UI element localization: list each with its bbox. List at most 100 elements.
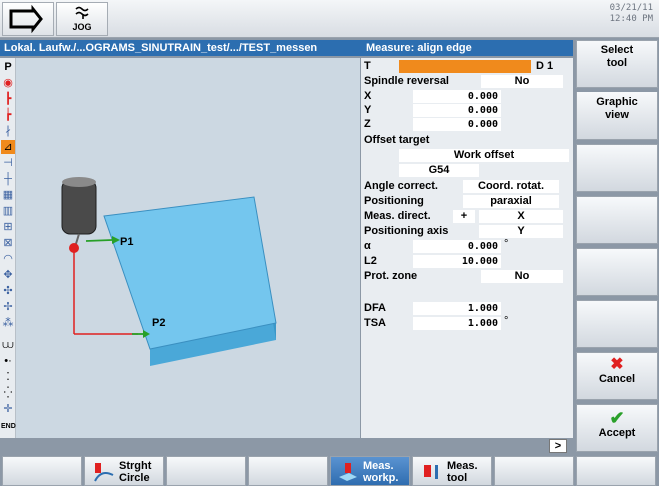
meas-tool-icon: [424, 465, 438, 479]
point-icon[interactable]: •·: [1, 354, 15, 368]
empty-hsoftkey-7[interactable]: [494, 456, 574, 486]
select-tool-softkey[interactable]: Select tool: [576, 40, 658, 88]
block-top-face: [103, 196, 277, 350]
graphic-view-label: Graphic view: [596, 96, 638, 121]
offset-target-label: Offset target: [364, 134, 430, 146]
cancel-icon: ✖: [610, 356, 624, 373]
cancel-label: Cancel: [598, 373, 636, 385]
align-edge-icon[interactable]: ⊿: [1, 140, 15, 154]
select-tool-label: Select tool: [600, 44, 634, 69]
empty-softkey-5[interactable]: [576, 248, 658, 296]
tsa-label: TSA: [364, 317, 386, 329]
p2-label: P2: [152, 317, 165, 329]
angle-icon[interactable]: ∤: [1, 124, 15, 138]
rect-pocket-icon[interactable]: ▦: [1, 188, 15, 202]
offset-target-field[interactable]: Work offset: [399, 149, 569, 162]
angle-correct-field[interactable]: Coord. rotat.: [463, 180, 559, 193]
positioning-axis-field[interactable]: Y: [479, 225, 563, 238]
horizontal-softkeys: Strght Circle Meas. workp. Meas. tool: [0, 455, 659, 486]
prot-zone-field[interactable]: No: [481, 270, 563, 283]
rect-spigot-icon[interactable]: ▥: [1, 204, 15, 218]
datetime: 03/21/11 12:40 PM: [610, 3, 653, 25]
web-icon[interactable]: ┼: [1, 172, 15, 186]
empty-hsoftkey-4[interactable]: [248, 456, 328, 486]
empty-softkey-4[interactable]: [576, 196, 658, 244]
corner-icon[interactable]: ┢: [1, 108, 15, 122]
jog-label: JOG: [72, 22, 92, 32]
three-sphere-icon[interactable]: ✢: [1, 300, 15, 314]
cross-point-icon[interactable]: ✛: [1, 402, 15, 416]
jog-mode-button[interactable]: JOG: [56, 2, 108, 36]
tool-icon[interactable]: ⩊: [1, 338, 15, 352]
meas-workpiece-softkey[interactable]: Meas. workp.: [330, 456, 410, 486]
l2-label: L2: [364, 255, 377, 267]
meas-direct-field[interactable]: X: [479, 210, 563, 223]
program-path: Lokal. Laufw./...OGRAMS_SINUTRAIN_test/.…: [4, 42, 318, 54]
time: 12:40 PM: [609, 14, 653, 24]
meas-workpiece-icon: [339, 463, 357, 481]
meas-tool-softkey[interactable]: Meas. tool: [412, 456, 492, 486]
empty-softkey-6[interactable]: [576, 300, 658, 348]
hole-icon[interactable]: ⊞: [1, 220, 15, 234]
circle-icon[interactable]: ◠: [1, 252, 15, 266]
cancel-softkey[interactable]: ✖ Cancel: [576, 352, 658, 400]
plane-icon[interactable]: ✥: [1, 268, 15, 282]
d-label: D 1: [536, 60, 554, 72]
x-field[interactable]: 0.000: [413, 90, 501, 103]
sphere-icon[interactable]: ✣: [1, 284, 15, 298]
empty-hsoftkey-8[interactable]: [576, 456, 656, 486]
tsa-unit: °: [504, 315, 509, 327]
accept-softkey[interactable]: ✔ Accept: [576, 404, 658, 452]
z-label: Z: [364, 118, 371, 130]
graphic-view-softkey[interactable]: Graphic view: [576, 92, 658, 140]
empty-hsoftkey-3[interactable]: [166, 456, 246, 486]
spigot-icon[interactable]: ⊠: [1, 236, 15, 250]
scroll-right-button[interactable]: >: [549, 439, 567, 453]
prot-zone-label: Prot. zone: [364, 270, 418, 282]
probe-top: [62, 177, 96, 187]
parameter-panel: T D 1 Spindle reversal No X 0.000 Y 0.00…: [361, 58, 573, 438]
positioning-field[interactable]: paraxial: [463, 195, 559, 208]
z-field[interactable]: 0.000: [413, 118, 501, 131]
alpha-field[interactable]: 0.000: [413, 240, 501, 253]
groove-icon[interactable]: ⊣: [1, 156, 15, 170]
straight-circle-softkey[interactable]: Strght Circle: [84, 456, 164, 486]
y-field[interactable]: 0.000: [413, 104, 501, 117]
empty-hsoftkey-1[interactable]: [2, 456, 82, 486]
meas-workpiece-label: Meas. workp.: [363, 460, 399, 484]
status-bar: >: [0, 438, 573, 454]
two-point-icon[interactable]: ⁚: [1, 370, 15, 384]
end-icon[interactable]: END: [1, 420, 16, 434]
straight-circle-icon: [94, 463, 114, 482]
dfa-field[interactable]: 1.000: [413, 302, 501, 315]
t-label: T: [364, 60, 371, 72]
measure-title: Measure: align edge: [366, 42, 472, 54]
meas-direct-sign-field[interactable]: +: [453, 210, 475, 223]
meas-tool-label: Meas. tool: [447, 460, 478, 484]
straight-circle-label: Strght Circle: [119, 460, 152, 484]
work-offset-field[interactable]: G54: [399, 164, 479, 177]
menu-select-button[interactable]: [2, 2, 54, 36]
top-bar: JOG 03/21/11 12:40 PM: [0, 0, 659, 38]
p1-label: P1: [120, 236, 133, 248]
calibrate-icon[interactable]: ⁂: [1, 316, 15, 330]
accept-icon: ✔: [609, 408, 625, 428]
y-label: Y: [364, 104, 372, 116]
spindle-reversal-field[interactable]: No: [481, 75, 563, 88]
edge-icon[interactable]: ┣: [1, 92, 15, 106]
vertical-softkeys: Select tool Graphic view ✖ Cancel ✔ Acce…: [574, 40, 659, 454]
positioning-label: Positioning: [364, 195, 424, 207]
spindle-reversal-label: Spindle reversal: [364, 75, 449, 87]
target-icon[interactable]: ◉: [1, 76, 15, 90]
empty-softkey-3[interactable]: [576, 144, 658, 192]
tool-field[interactable]: [399, 60, 531, 73]
accept-label: Accept: [598, 427, 636, 439]
positioning-axis-label: Positioning axis: [364, 225, 449, 237]
x-label: X: [364, 90, 372, 102]
tsa-field[interactable]: 1.000: [413, 317, 501, 330]
jog-icon: [75, 6, 89, 19]
dfa-label: DFA: [364, 302, 386, 314]
multi-point-icon[interactable]: ⁛: [1, 386, 15, 400]
meas-direct-label: Meas. direct.: [364, 210, 431, 222]
l2-field[interactable]: 10.000: [413, 255, 501, 268]
